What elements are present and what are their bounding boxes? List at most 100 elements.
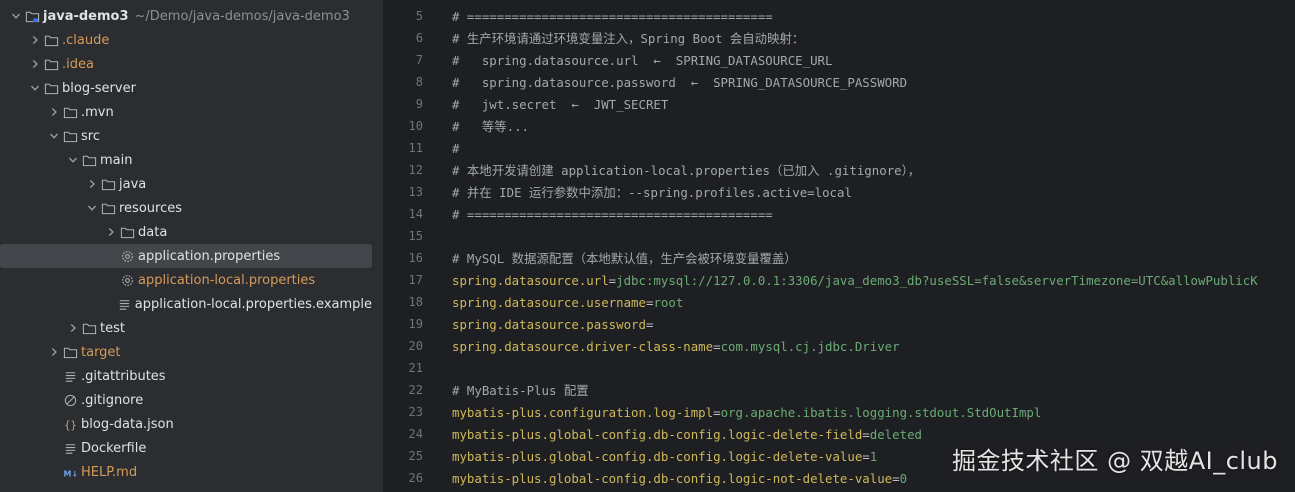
tree-item[interactable]: .mvn [0, 100, 372, 124]
folder-icon [81, 152, 97, 168]
line-number: 16 [408, 251, 423, 265]
property-value: root [653, 294, 684, 310]
tree-item-label: Dockerfile [81, 440, 147, 456]
code-text: spring.datasource.driver-class-name=com.… [452, 339, 900, 354]
property-key: mybatis-plus.configuration.log-impl [452, 404, 714, 420]
chevron-down-icon[interactable] [27, 83, 43, 93]
tree-item[interactable]: {} blog-data.json [0, 412, 372, 436]
tree-item-label: .gitignore [81, 392, 144, 408]
code-text: # MySQL 数据源配置（本地默认值，生产会被环境变量覆盖） [452, 249, 797, 267]
svg-text:M↓: M↓ [63, 469, 78, 478]
chevron-right-icon[interactable] [27, 35, 43, 45]
comment-text: # ======================================… [452, 206, 773, 222]
tree-item-label: .idea [62, 56, 94, 72]
tree-item[interactable]: Dockerfile [0, 436, 372, 460]
code-line: 11 # [385, 137, 1295, 159]
code-text: # jwt.secret ← JWT_SECRET [452, 97, 668, 112]
property-key: spring.datasource.url [452, 272, 609, 288]
line-number: 25 [408, 449, 423, 463]
tree-item[interactable]: target [0, 340, 372, 364]
property-key: mybatis-plus.global-config.db-config.log… [452, 448, 863, 464]
folder-icon [62, 104, 78, 120]
line-number: 13 [408, 185, 423, 199]
equals-sign: = [608, 272, 617, 288]
project-tree[interactable]: java-demo3 ~/Demo/java-demos/java-demo3 .c… [0, 0, 384, 492]
tree-item-label: data [138, 224, 168, 240]
tree-item[interactable]: blog-server [0, 76, 372, 100]
tree-item[interactable]: data [0, 220, 372, 244]
chevron-down-icon[interactable] [84, 203, 100, 213]
code-text: spring.datasource.url=jdbc:mysql://127.0… [452, 273, 1258, 288]
comment-text: # 并在 IDE 运行参数中添加：--spring.profiles.activ… [452, 185, 852, 200]
tree-item[interactable]: .gitignore [0, 388, 372, 412]
tree-item-label: application-local.properties.example [134, 296, 372, 312]
module-folder-icon [24, 8, 40, 24]
tree-item[interactable]: src [0, 124, 372, 148]
tree-item[interactable]: java [0, 172, 372, 196]
comment-text: # ======================================… [452, 8, 773, 24]
code-line: 10 # 等等... [385, 115, 1295, 137]
property-value: org.apache.ibatis.logging.stdout.StdOutI… [720, 404, 1042, 420]
code-text: # 本地开发请创建 application-local.properties（已… [452, 161, 920, 179]
tree-item[interactable]: application-local.properties [0, 268, 372, 292]
tree-item[interactable]: java-demo3 ~/Demo/java-demos/java-demo3 [0, 4, 372, 28]
tree-item[interactable]: .claude [0, 28, 372, 52]
tree-item[interactable]: .idea [0, 52, 372, 76]
chevron-right-icon[interactable] [65, 323, 81, 333]
chevron-right-icon[interactable] [27, 59, 43, 69]
chevron-down-icon[interactable] [46, 131, 62, 141]
tree-item[interactable]: test [0, 316, 372, 340]
code-line: 22 # MyBatis-Plus 配置 [385, 379, 1295, 401]
tree-item-label: src [81, 128, 100, 144]
comment-text: # jwt.secret ← JWT_SECRET [452, 96, 669, 112]
code-text: # spring.datasource.password ← SPRING_DA… [452, 75, 907, 90]
tree-item[interactable]: resources [0, 196, 372, 220]
code-line: 5 # =====================================… [385, 5, 1295, 27]
line-number: 26 [408, 471, 423, 485]
line-number: 19 [408, 317, 423, 331]
code-line: 17 spring.datasource.url=jdbc:mysql://127… [385, 269, 1295, 291]
chevron-right-icon[interactable] [46, 107, 62, 117]
code-line: 13 # 并在 IDE 运行参数中添加：--spring.profiles.act… [385, 181, 1295, 203]
tree-item-label: .mvn [81, 104, 114, 120]
tree-item-label: .gitattributes [81, 368, 166, 384]
folder-icon [43, 56, 59, 72]
chevron-down-icon[interactable] [65, 155, 81, 165]
tree-item[interactable]: .gitattributes [0, 364, 372, 388]
tree-item-label: application.properties [138, 248, 281, 264]
tree-item[interactable]: M↓ HELP.md [0, 460, 372, 484]
property-value: deleted [869, 426, 922, 442]
line-number: 18 [408, 295, 423, 309]
chevron-right-icon[interactable] [84, 179, 100, 189]
code-text: mybatis-plus.global-config.db-config.log… [452, 471, 907, 486]
code-line: 23 mybatis-plus.configuration.log-impl=or… [385, 401, 1295, 423]
property-key: spring.datasource.password [452, 316, 646, 332]
tree-item[interactable]: main [0, 148, 372, 172]
chevron-right-icon[interactable] [103, 227, 119, 237]
line-number: 11 [408, 141, 423, 155]
code-text: # MyBatis-Plus 配置 [452, 381, 589, 399]
json-file-icon: {} [62, 416, 78, 432]
tree-item-label: main [100, 152, 133, 168]
ide-window: java-demo3 ~/Demo/java-demos/java-demo3 .c… [0, 0, 1295, 492]
code-editor[interactable]: 5 # =====================================… [385, 0, 1295, 492]
property-value: 0 [899, 470, 908, 486]
text-file-icon [62, 368, 78, 384]
code-line: 21 [385, 357, 1295, 379]
tree-item[interactable]: application-local.properties.example [0, 292, 372, 316]
property-key: mybatis-plus.global-config.db-config.log… [452, 426, 863, 442]
comment-text: # spring.datasource.password ← SPRING_DA… [452, 74, 908, 90]
line-number: 17 [408, 273, 423, 287]
chevron-right-icon[interactable] [46, 347, 62, 357]
line-number: 12 [408, 163, 423, 177]
code-line: 6 # 生产环境请通过环境变量注入，Spring Boot 会自动映射： [385, 27, 1295, 49]
code-line: 7 # spring.datasource.url ← SPRING_DATASO… [385, 49, 1295, 71]
chevron-down-icon[interactable] [8, 11, 24, 21]
code-line: 18 spring.datasource.username=root [385, 291, 1295, 313]
folder-icon [100, 176, 116, 192]
line-number: 15 [408, 229, 423, 243]
tree-item[interactable]: application.properties [0, 244, 372, 268]
text-file-icon [62, 440, 78, 456]
code-line: 8 # spring.datasource.password ← SPRING_D… [385, 71, 1295, 93]
folder-icon [43, 80, 59, 96]
